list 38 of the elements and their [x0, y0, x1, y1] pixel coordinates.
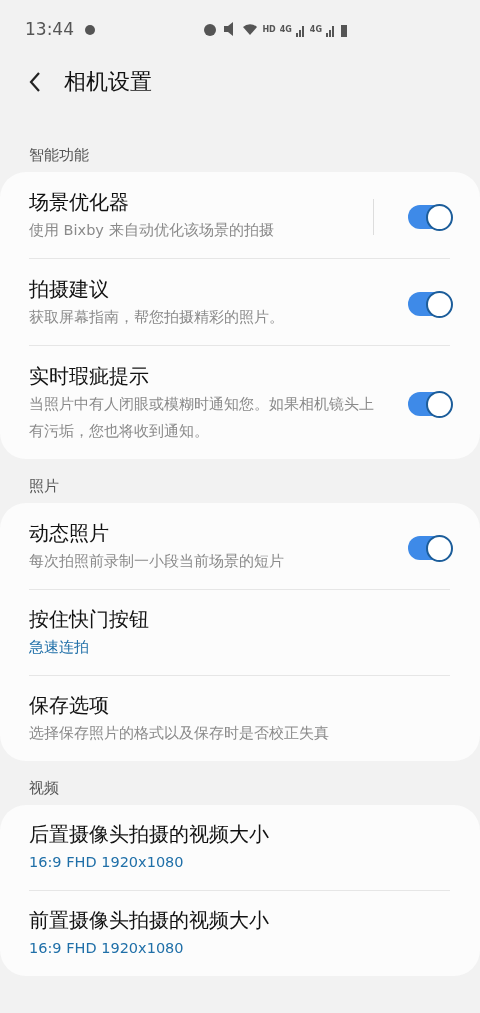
- toggle-switch[interactable]: [408, 204, 450, 229]
- hd-label: HD: [262, 24, 276, 34]
- setting-title: 动态照片: [29, 520, 110, 546]
- wifi-icon: [242, 21, 259, 37]
- settings-row[interactable]: 按住快门按钮 急速连拍: [29, 589, 450, 675]
- setting-title: 拍摄建议: [29, 276, 110, 302]
- settings-row[interactable]: 保存选项 选择保存照片的格式以及保存时是否校正失真: [29, 675, 450, 761]
- setting-title: 保存选项: [29, 692, 110, 718]
- page-title: 相机设置: [64, 68, 152, 96]
- settings-row[interactable]: 拍摄建议 获取屏幕指南，帮您拍摄精彩的照片。: [29, 258, 450, 345]
- setting-title: 按住快门按钮: [29, 606, 150, 632]
- toggle-switch[interactable]: [408, 291, 450, 316]
- setting-description: 当照片中有人闭眼或模糊时通知您。如果相机镜头上有污垢，您也将收到通知。: [29, 395, 375, 441]
- network-label: 4G: [279, 24, 292, 34]
- section-header: 视频: [28, 778, 60, 799]
- settings-row[interactable]: 实时瑕疵提示 当照片中有人闭眼或模糊时通知您。如果相机镜头上有污垢，您也将收到通知。: [29, 345, 450, 459]
- settings-row[interactable]: 场景优化器 使用 Bixby 来自动优化该场景的拍摄: [29, 172, 450, 258]
- settings-row[interactable]: 动态照片 每次拍照前录制一小段当前场景的短片: [29, 503, 450, 589]
- setting-description: 获取屏幕指南，帮您拍摄精彩的照片。: [29, 308, 285, 327]
- settings-row[interactable]: 后置摄像头拍摄的视频大小 16:9 FHD 1920x1080: [29, 805, 450, 890]
- network-label: 4G: [309, 24, 322, 34]
- status-time: 13:44: [25, 19, 74, 39]
- setting-description: 使用 Bixby 来自动优化该场景的拍摄: [29, 221, 275, 240]
- toggle-switch[interactable]: [408, 535, 450, 560]
- setting-description: 选择保存照片的格式以及保存时是否校正失真: [29, 724, 330, 743]
- setting-value: 16:9 FHD 1920x1080: [29, 853, 185, 872]
- setting-description: 每次拍照前录制一小段当前场景的短片: [29, 552, 285, 571]
- section-header: 智能功能: [28, 145, 90, 166]
- back-button[interactable]: [28, 71, 42, 93]
- toggle-switch[interactable]: [408, 392, 450, 416]
- setting-value: 急速连拍: [29, 638, 90, 657]
- setting-title: 场景优化器: [29, 189, 130, 215]
- settings-row[interactable]: 前置摄像头拍摄的视频大小 16:9 FHD 1920x1080: [29, 890, 450, 976]
- setting-value: 16:9 FHD 1920x1080: [29, 939, 185, 958]
- section-header: 照片: [28, 476, 60, 497]
- setting-title: 实时瑕疵提示: [29, 363, 150, 389]
- setting-title: 前置摄像头拍摄的视频大小: [29, 907, 270, 933]
- setting-title: 后置摄像头拍摄的视频大小: [29, 821, 270, 847]
